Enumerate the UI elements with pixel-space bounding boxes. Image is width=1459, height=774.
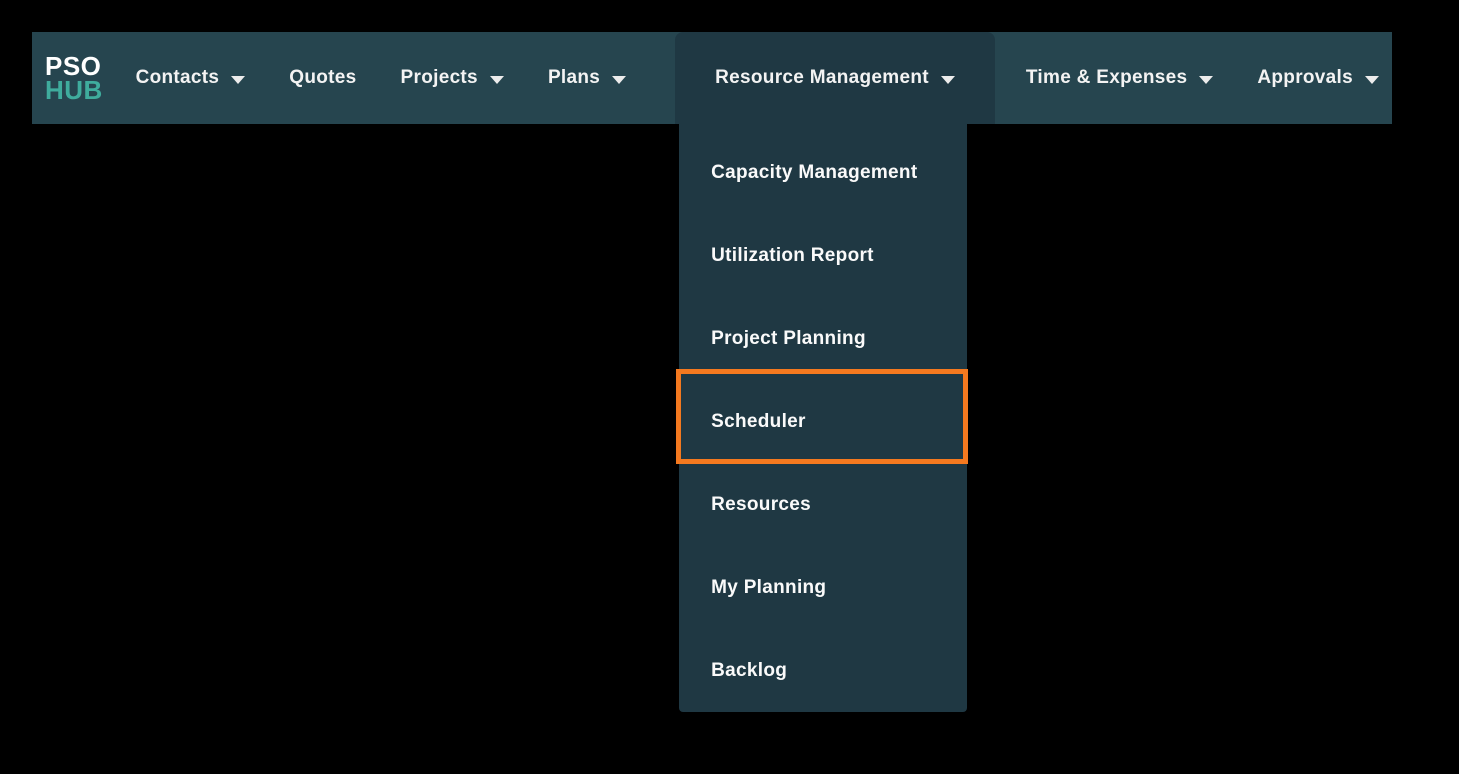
chevron-down-icon bbox=[231, 75, 246, 84]
nav-item-contacts[interactable]: Contacts bbox=[123, 32, 259, 124]
menu-item-label: Resources bbox=[711, 493, 812, 515]
menu-item-label: Project Planning bbox=[711, 327, 866, 349]
logo-line-hub: HUB bbox=[45, 75, 103, 105]
nav-item-label: Resource Management bbox=[715, 67, 929, 88]
nav-item-label: Approvals bbox=[1257, 67, 1353, 88]
nav-item-projects[interactable]: Projects bbox=[388, 32, 517, 124]
menu-item-scheduler[interactable]: Scheduler bbox=[679, 380, 967, 463]
chevron-down-icon bbox=[489, 75, 504, 84]
menu-item-label: Capacity Management bbox=[711, 161, 918, 183]
nav-item-label: Time & Expenses bbox=[1025, 67, 1188, 88]
nav-item-label: Contacts bbox=[135, 67, 220, 88]
nav-item-label: Quotes bbox=[289, 67, 357, 88]
nav-item-resource-management[interactable]: Resource Management Capacity Management … bbox=[675, 32, 995, 712]
psohub-logo[interactable]: PSO HUB bbox=[45, 53, 105, 105]
nav-item-label: Plans bbox=[547, 67, 601, 88]
screenshot-canvas: PSO HUB Contacts Quotes Projects Plans R… bbox=[0, 0, 1459, 774]
menu-item-capacity-management[interactable]: Capacity Management bbox=[679, 131, 967, 214]
menu-item-label: Backlog bbox=[711, 659, 788, 681]
top-navbar: PSO HUB Contacts Quotes Projects Plans R… bbox=[32, 32, 1392, 712]
menu-item-my-planning[interactable]: My Planning bbox=[679, 546, 967, 629]
menu-item-label: My Planning bbox=[711, 576, 827, 598]
menu-item-project-planning[interactable]: Project Planning bbox=[679, 297, 967, 380]
nav-item-quotes[interactable]: Quotes bbox=[276, 32, 369, 124]
nav-item-time-expenses[interactable]: Time & Expenses bbox=[1013, 32, 1227, 124]
menu-item-backlog[interactable]: Backlog bbox=[679, 629, 967, 712]
menu-item-resources[interactable]: Resources bbox=[679, 463, 967, 546]
chevron-down-icon bbox=[1365, 75, 1379, 84]
menu-item-utilization-report[interactable]: Utilization Report bbox=[679, 214, 967, 297]
chevron-down-icon bbox=[1199, 75, 1214, 84]
chevron-down-icon bbox=[612, 75, 627, 84]
menu-item-label: Utilization Report bbox=[711, 244, 874, 266]
nav-item-plans[interactable]: Plans bbox=[535, 32, 639, 124]
nav-item-label: Projects bbox=[400, 67, 478, 88]
menu-item-label: Scheduler bbox=[711, 410, 806, 432]
resource-management-dropdown: Capacity Management Utilization Report P… bbox=[676, 124, 969, 712]
nav-item-approvals[interactable]: Approvals bbox=[1244, 32, 1392, 124]
chevron-down-icon bbox=[940, 75, 955, 84]
